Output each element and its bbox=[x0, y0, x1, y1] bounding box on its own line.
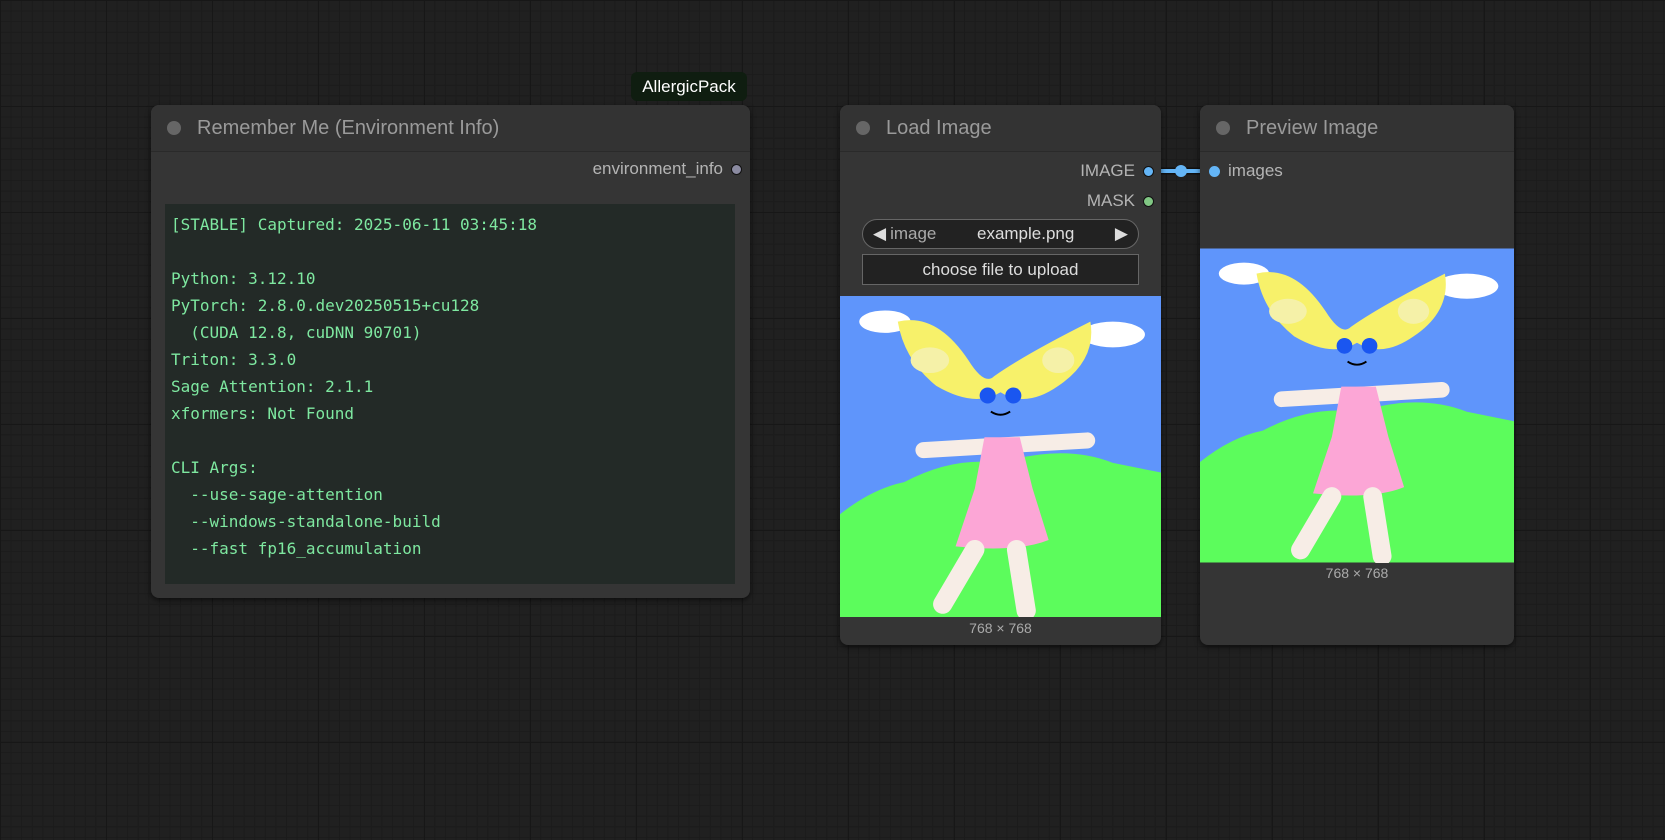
arrow-left-icon[interactable]: ◀ bbox=[873, 224, 886, 244]
output-socket-icon[interactable] bbox=[1143, 165, 1154, 177]
node-title: Preview Image bbox=[1246, 116, 1379, 139]
output-image[interactable]: IMAGE bbox=[1080, 161, 1154, 181]
image-combo-widget[interactable]: ◀ image example.png ▶ bbox=[862, 219, 1139, 249]
input-socket-icon[interactable] bbox=[1209, 165, 1220, 177]
image-size-caption: 768 × 768 bbox=[969, 620, 1032, 636]
output-socket-icon[interactable] bbox=[1143, 195, 1154, 207]
preview-image-node[interactable]: Preview Image images 768 × 768 bbox=[1200, 105, 1514, 645]
slot-label: MASK bbox=[1086, 191, 1135, 210]
arrow-right-icon[interactable]: ▶ bbox=[1115, 224, 1128, 244]
image-preview bbox=[840, 296, 1161, 617]
combo-value: example.png bbox=[976, 224, 1075, 243]
input-images[interactable]: images bbox=[1209, 161, 1283, 181]
link-midpoint-icon bbox=[1175, 165, 1187, 177]
node-title: Load Image bbox=[886, 116, 992, 139]
node-title-bar[interactable]: Load Image bbox=[840, 105, 1161, 152]
node-title-bar[interactable]: Preview Image bbox=[1200, 105, 1514, 152]
collapse-dot-icon[interactable] bbox=[856, 121, 870, 135]
image-preview bbox=[1200, 248, 1514, 563]
output-mask[interactable]: MASK bbox=[1087, 191, 1154, 211]
image-size-caption: 768 × 768 bbox=[1325, 565, 1389, 581]
slot-label: IMAGE bbox=[1080, 161, 1135, 180]
upload-button[interactable]: choose file to upload bbox=[862, 254, 1139, 285]
combo-label: image bbox=[890, 224, 937, 243]
collapse-dot-icon[interactable] bbox=[1216, 121, 1230, 135]
slot-label: images bbox=[1228, 161, 1283, 180]
load-image-node[interactable]: Load Image IMAGE MASK ◀ image example.pn… bbox=[840, 105, 1161, 645]
